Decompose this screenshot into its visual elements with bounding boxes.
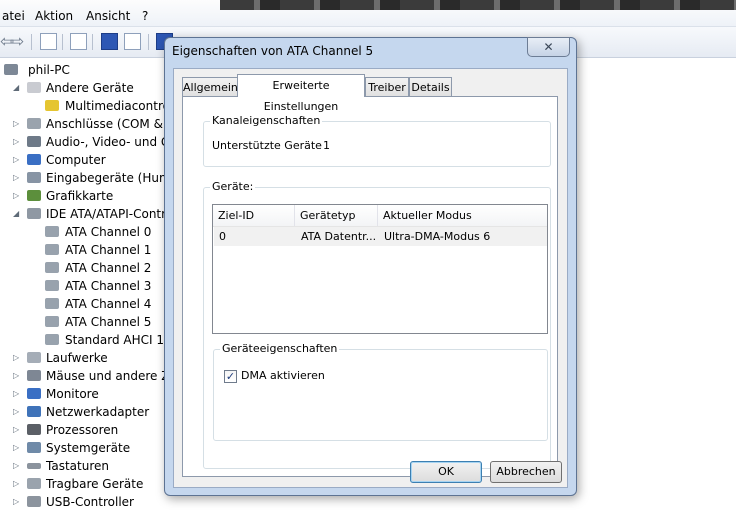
warning-icon — [45, 100, 59, 111]
expand-icon[interactable]: ▷ — [13, 385, 21, 403]
computer-icon — [4, 64, 18, 75]
listview-header: Ziel-ID Gerätetyp Aktueller Modus — [213, 205, 547, 227]
menu-help[interactable]: ? — [142, 9, 148, 23]
properties-icon[interactable] — [70, 33, 87, 50]
tab-details[interactable]: Details — [409, 77, 452, 96]
tab-general[interactable]: Allgemein — [182, 77, 238, 96]
system-device-icon — [27, 442, 41, 453]
checkmark-icon: ✓ — [225, 370, 236, 383]
cell-device-type: ATA Datentr... — [301, 230, 377, 243]
close-button[interactable]: ✕ — [527, 37, 570, 57]
ata-channel-icon — [45, 316, 59, 327]
ok-button[interactable]: OK — [410, 461, 482, 483]
tab-driver[interactable]: Treiber — [365, 77, 409, 96]
toolbar-separator — [62, 34, 63, 50]
keyboard-icon — [27, 463, 41, 469]
devices-listview[interactable]: Ziel-ID Gerätetyp Aktueller Modus 0 ATA … — [212, 204, 548, 334]
ata-channel-icon — [45, 244, 59, 255]
monitor-icon — [27, 154, 41, 165]
usb-icon — [27, 496, 41, 507]
cancel-button[interactable]: Abbrechen — [490, 461, 562, 483]
expand-icon[interactable]: ▷ — [13, 439, 21, 457]
port-icon — [27, 118, 41, 129]
devices-group: Geräte: Ziel-ID Gerätetyp Aktueller Modu… — [203, 180, 551, 469]
table-row[interactable]: 0 ATA Datentr... Ultra-DMA-Modus 6 — [214, 227, 547, 246]
mouse-icon — [27, 370, 41, 381]
dialog-title: Eigenschaften von ATA Channel 5 — [172, 44, 374, 58]
expand-icon[interactable]: ▷ — [13, 115, 21, 133]
expand-icon[interactable]: ▷ — [13, 475, 21, 493]
collapse-icon[interactable]: ◢ — [13, 205, 21, 223]
device-properties-title: Geräteeigenschaften — [220, 342, 340, 355]
ata-channel-icon — [45, 262, 59, 273]
expand-icon[interactable]: ▷ — [13, 187, 21, 205]
expand-icon[interactable]: ▷ — [13, 349, 21, 367]
hid-icon — [27, 172, 41, 183]
speaker-icon — [27, 136, 41, 147]
show-hidden-icon[interactable] — [124, 33, 141, 50]
menu-action[interactable]: Aktion — [35, 9, 73, 23]
expand-icon[interactable]: ▷ — [13, 169, 21, 187]
forward-arrow-icon[interactable]: ⇨ — [10, 32, 24, 52]
toolbar-separator — [148, 34, 149, 50]
cell-current-mode: Ultra-DMA-Modus 6 — [384, 230, 491, 243]
portable-device-icon — [27, 478, 41, 489]
properties-dialog: Eigenschaften von ATA Channel 5 ✕ Allgem… — [164, 37, 577, 496]
dma-checkbox[interactable]: ✓ — [224, 370, 237, 383]
toolbar-separator — [31, 34, 32, 50]
toolbar-separator — [92, 34, 93, 50]
expand-icon[interactable]: ▷ — [13, 403, 21, 421]
network-icon — [27, 406, 41, 417]
supported-devices-label: Unterstützte Geräte — [212, 139, 322, 152]
expand-icon[interactable]: ▷ — [13, 367, 21, 385]
column-header-current-mode[interactable]: Aktueller Modus — [378, 205, 548, 226]
tree-view-icon[interactable] — [40, 33, 57, 50]
processor-icon — [27, 424, 41, 435]
drive-icon — [27, 352, 41, 363]
unknown-device-icon — [27, 82, 41, 93]
ata-channel-icon — [45, 280, 59, 291]
collapse-icon[interactable]: ◢ — [13, 79, 21, 97]
dialog-client: Allgemein Erweiterte Einstellungen Treib… — [173, 68, 568, 488]
expand-icon[interactable]: ▷ — [13, 133, 21, 151]
tab-advanced-settings[interactable]: Erweiterte Einstellungen — [237, 74, 365, 113]
background-window-strip — [220, 0, 736, 10]
devices-title: Geräte: — [210, 180, 256, 193]
expand-icon[interactable]: ▷ — [13, 151, 21, 169]
channel-properties-group: Kanaleigenschaften Unterstützte Geräte 1 — [203, 114, 551, 167]
ata-channel-icon — [45, 298, 59, 309]
ata-channel-icon — [45, 334, 59, 345]
ata-channel-icon — [45, 226, 59, 237]
menu-file[interactable]: atei — [2, 9, 25, 23]
column-header-device-type[interactable]: Gerätetyp — [295, 205, 378, 226]
help-icon[interactable] — [101, 33, 118, 50]
expand-icon[interactable]: ▷ — [13, 493, 21, 511]
cell-target-id: 0 — [219, 230, 226, 243]
supported-devices-value: 1 — [323, 139, 330, 152]
column-header-target-id[interactable]: Ziel-ID — [213, 205, 295, 226]
monitor-icon — [27, 388, 41, 399]
tab-page: Kanaleigenschaften Unterstützte Geräte 1… — [182, 96, 558, 477]
dma-label[interactable]: DMA aktivieren — [241, 369, 325, 382]
expand-icon[interactable]: ▷ — [13, 421, 21, 439]
graphics-card-icon — [27, 190, 41, 201]
expand-icon[interactable]: ▷ — [13, 457, 21, 475]
device-properties-group: Geräteeigenschaften ✓ DMA aktivieren — [213, 342, 548, 441]
close-icon: ✕ — [543, 40, 554, 54]
device-tree: phil-PC ◢ Andere Geräte Multimediacontro… — [0, 58, 302, 530]
ide-controller-icon — [27, 208, 41, 219]
menu-view[interactable]: Ansicht — [86, 9, 130, 23]
